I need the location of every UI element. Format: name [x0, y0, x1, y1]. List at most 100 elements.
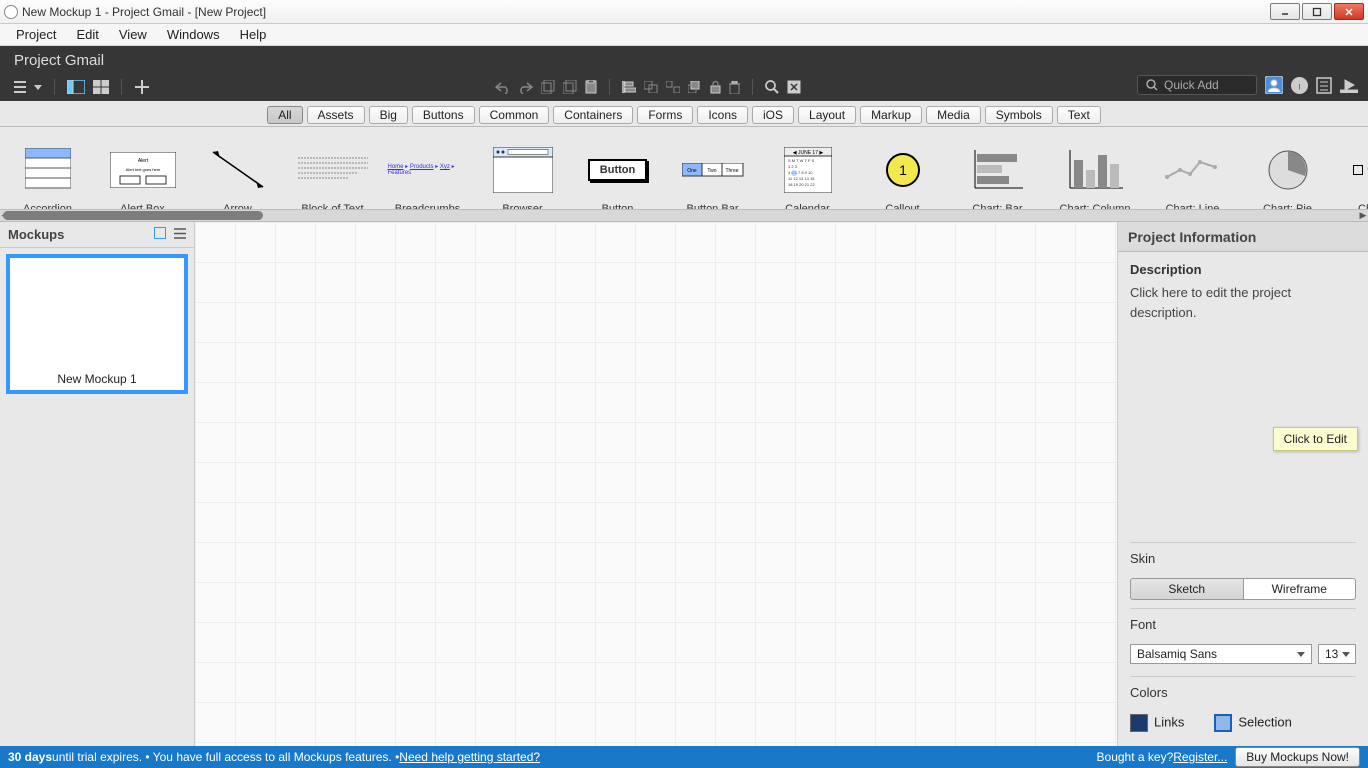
skin-wireframe[interactable]: Wireframe	[1244, 578, 1357, 600]
tab-layout[interactable]: Layout	[798, 106, 856, 124]
font-size-select[interactable]: 13	[1318, 644, 1356, 664]
tab-assets[interactable]: Assets	[307, 106, 365, 124]
selection-color[interactable]: Selection	[1214, 714, 1291, 732]
zoom-icon[interactable]	[765, 80, 779, 94]
info-icon[interactable]: i	[1291, 77, 1308, 94]
lib-breadcrumbs[interactable]: Home ▸ Products ▸ Xyz ▸ Features Breadcr…	[380, 127, 475, 221]
properties-icon[interactable]	[1316, 77, 1332, 94]
window-title: New Mockup 1 - Project Gmail - [New Proj…	[22, 5, 1268, 19]
main-toolbar: Project Gmail Quick Add i	[0, 46, 1368, 101]
cut-icon[interactable]	[563, 80, 577, 94]
project-info-title: Project Information	[1118, 222, 1368, 252]
tab-text[interactable]: Text	[1057, 106, 1101, 124]
lib-callout[interactable]: 1 Callout	[855, 127, 950, 221]
copy-icon[interactable]	[541, 80, 555, 94]
svg-text:◀ JUNE 17 ▶: ◀ JUNE 17 ▶	[792, 150, 823, 156]
lib-calendar[interactable]: ◀ JUNE 17 ▶ S M T W T F S 1 2 34 5 6 7 8…	[760, 127, 855, 221]
lib-chartline[interactable]: Chart: Line	[1145, 127, 1240, 221]
search-icon	[1146, 79, 1158, 91]
font-label: Font	[1130, 617, 1356, 632]
skin-sketch[interactable]: Sketch	[1130, 578, 1244, 600]
category-tabs: All Assets Big Buttons Common Containers…	[0, 101, 1368, 127]
mockup-thumbnail[interactable]: New Mockup 1	[6, 254, 188, 394]
skin-label: Skin	[1130, 551, 1356, 566]
mockups-title: Mockups	[8, 227, 64, 242]
view-panel-icon[interactable]	[67, 80, 85, 94]
canvas[interactable]	[195, 222, 1118, 746]
bought-key-text: Bought a key?	[1097, 750, 1174, 764]
undo-icon[interactable]	[495, 81, 510, 94]
tab-markup[interactable]: Markup	[860, 106, 922, 124]
tab-icons[interactable]: Icons	[697, 106, 748, 124]
tab-containers[interactable]: Containers	[553, 106, 633, 124]
description-text[interactable]: Click here to edit the project descripti…	[1130, 283, 1356, 322]
ungroup-icon[interactable]	[666, 81, 680, 93]
lib-chartpie[interactable]: Chart: Pie	[1240, 127, 1335, 221]
menu-icon[interactable]	[14, 80, 42, 94]
fullscreen-icon[interactable]	[1340, 78, 1358, 93]
app-icon	[4, 5, 18, 19]
quick-add-input[interactable]: Quick Add	[1137, 75, 1257, 95]
markup-toggle-icon[interactable]	[787, 80, 801, 94]
user-icon[interactable]	[1265, 76, 1283, 94]
window-titlebar: New Mockup 1 - Project Gmail - [New Proj…	[0, 0, 1368, 24]
redo-icon[interactable]	[518, 81, 533, 94]
lib-checkbox[interactable]: Checkbox Checkbox	[1335, 127, 1368, 221]
lib-blocktext[interactable]: Block of Text	[285, 127, 380, 221]
tab-ios[interactable]: iOS	[752, 106, 794, 124]
menu-windows[interactable]: Windows	[157, 25, 230, 44]
project-info-panel: Project Information Description Click he…	[1118, 222, 1368, 746]
svg-text:Three: Three	[725, 168, 738, 174]
svg-text:11 12 13 14 15: 11 12 13 14 15	[788, 176, 815, 181]
lib-arrow[interactable]: Arrow	[190, 127, 285, 221]
register-link[interactable]: Register...	[1173, 750, 1227, 764]
mockup-name: New Mockup 1	[10, 368, 184, 390]
lib-button[interactable]: Button Button	[570, 127, 665, 221]
trash-icon[interactable]	[729, 81, 740, 94]
project-name: Project Gmail	[14, 52, 104, 69]
quick-add-placeholder: Quick Add	[1164, 78, 1219, 92]
help-link[interactable]: Need help getting started?	[399, 750, 540, 764]
lib-alertbox[interactable]: AlertAlert text goes here Alert Box	[95, 127, 190, 221]
tab-buttons[interactable]: Buttons	[412, 106, 475, 124]
lock-icon[interactable]	[710, 81, 721, 94]
window-minimize-button[interactable]	[1270, 3, 1300, 20]
align-left-icon[interactable]	[622, 81, 636, 93]
tab-common[interactable]: Common	[479, 106, 550, 124]
mockups-panel: Mockups New Mockup 1	[0, 222, 195, 746]
tab-forms[interactable]: Forms	[637, 106, 693, 124]
svg-text:1 2 3: 1 2 3	[788, 164, 798, 169]
trial-text: until trial expires. • You have full acc…	[52, 750, 399, 764]
tab-symbols[interactable]: Symbols	[985, 106, 1053, 124]
lib-accordion[interactable]: Accordion	[0, 127, 95, 221]
paste-icon[interactable]	[585, 80, 597, 94]
menubar: Project Edit View Windows Help	[0, 24, 1368, 46]
font-select[interactable]: Balsamiq Sans	[1130, 644, 1312, 664]
links-color[interactable]: Links	[1130, 714, 1184, 732]
panel-list-icon[interactable]	[174, 227, 186, 242]
lib-chartcolumn[interactable]: Chart: Column	[1045, 127, 1145, 221]
tab-all[interactable]: All	[267, 106, 302, 124]
tab-big[interactable]: Big	[369, 106, 408, 124]
menu-edit[interactable]: Edit	[66, 25, 108, 44]
svg-text:Alert: Alert	[137, 158, 148, 164]
menu-help[interactable]: Help	[230, 25, 277, 44]
panel-window-icon[interactable]	[154, 227, 166, 242]
menu-view[interactable]: View	[109, 25, 157, 44]
svg-text:S M T W T F S: S M T W T F S	[788, 158, 814, 163]
library-scrollbar[interactable]: ◀▶	[0, 209, 1368, 221]
lib-chartbar[interactable]: Chart: Bar	[950, 127, 1045, 221]
lib-browser[interactable]: Browser	[475, 127, 570, 221]
window-close-button[interactable]	[1334, 3, 1364, 20]
svg-text:18 19 20 21 22: 18 19 20 21 22	[788, 182, 815, 187]
bring-front-icon[interactable]	[688, 81, 702, 93]
view-grid-icon[interactable]	[93, 80, 109, 94]
window-maximize-button[interactable]	[1302, 3, 1332, 20]
add-icon[interactable]	[134, 79, 150, 95]
lib-buttonbar[interactable]: OneTwoThree Button Bar	[665, 127, 760, 221]
tab-media[interactable]: Media	[926, 106, 981, 124]
group-icon[interactable]	[644, 81, 658, 93]
buy-button[interactable]: Buy Mockups Now!	[1235, 747, 1360, 767]
colors-label: Colors	[1130, 685, 1356, 700]
menu-project[interactable]: Project	[6, 25, 66, 44]
